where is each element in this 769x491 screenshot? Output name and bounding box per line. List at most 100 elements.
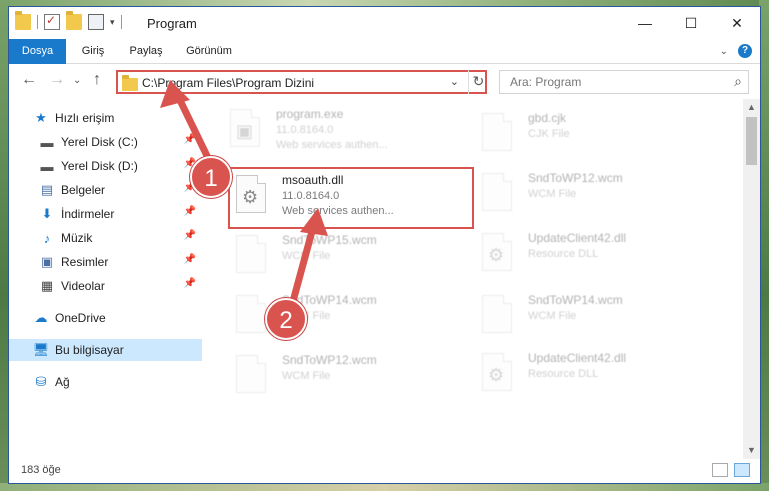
tiles-view-icon[interactable]	[734, 463, 750, 477]
customize-dropdown-icon[interactable]: ▾	[110, 17, 115, 28]
sidebar-item-label: Belgeler	[61, 183, 106, 197]
file-item[interactable]: gbd.cjk CJK File	[476, 109, 708, 167]
minimize-button[interactable]: —	[622, 7, 668, 39]
up-arrow-icon[interactable]: ↑	[93, 71, 101, 89]
sidebar-item-label: Hızlı erişim	[55, 111, 115, 125]
sidebar-item-label: Yerel Disk (C:)	[61, 135, 138, 149]
file-item[interactable]: ⚙ UpdateClient42.dll Resource DLL	[476, 229, 708, 287]
drive-icon: ▬	[40, 134, 54, 150]
sidebar-item-quick-access[interactable]: ★ Hızlı erişim	[9, 107, 202, 129]
view-options-icon[interactable]	[88, 14, 104, 30]
file-icon	[476, 109, 520, 157]
navigation-pane: ★ Hızlı erişim ▬ Yerel Disk (C:) 📌 ▬ Yer…	[9, 99, 204, 459]
tab-file[interactable]: Dosya	[9, 39, 66, 64]
sidebar-item-network[interactable]: ⛁ Ağ	[9, 371, 202, 393]
address-path[interactable]: C:\Program Files\Program Dizini	[142, 76, 314, 90]
window-controls: — ☐ ✕	[622, 7, 760, 39]
address-bar[interactable]: C:\Program Files\Program Dizini ⌄	[116, 70, 487, 94]
details-view-icon[interactable]	[712, 463, 728, 477]
file-name: program.exe	[276, 107, 344, 121]
file-name: SndToWP14.wcm	[528, 293, 623, 307]
step-badge-2: 2	[265, 298, 307, 340]
file-type: Resource DLL	[528, 368, 599, 380]
tab-share[interactable]: Paylaş	[123, 39, 169, 64]
file-item[interactable]: SndToWP12.wcm WCM File	[230, 351, 462, 409]
cloud-icon: ☁	[34, 310, 48, 325]
sidebar-item-pictures[interactable]: ▣ Resimler 📌	[9, 251, 202, 273]
ribbon-tabs: Dosya Giriş Paylaş Görünüm ⌄ ?	[9, 39, 760, 64]
search-input[interactable]: Ara: Program ⌕	[499, 70, 749, 94]
scroll-thumb[interactable]	[746, 117, 757, 165]
help-icon[interactable]: ?	[738, 44, 752, 58]
exe-icon: ▣	[224, 105, 268, 153]
file-name: SndToWP12.wcm	[528, 171, 623, 185]
close-button[interactable]: ✕	[714, 7, 760, 39]
expand-ribbon-icon[interactable]: ⌄	[720, 46, 728, 57]
search-icon[interactable]: ⌕	[734, 73, 742, 90]
file-icon	[476, 169, 520, 217]
file-icon	[476, 291, 520, 339]
sidebar-item-drive-d[interactable]: ▬ Yerel Disk (D:) 📌	[9, 155, 202, 177]
sidebar-item-music[interactable]: ♪ Müzik 📌	[9, 227, 202, 249]
file-type: WCM File	[528, 310, 577, 322]
search-placeholder: Ara: Program	[510, 75, 582, 89]
file-item[interactable]: SndToWP12.wcm WCM File	[476, 169, 708, 227]
file-item[interactable]: ⚙ UpdateClient42.dll Resource DLL	[476, 349, 708, 407]
file-type: WCM File	[282, 370, 331, 382]
folder-icon	[15, 11, 31, 30]
file-name: UpdateClient42.dll	[528, 351, 627, 365]
tab-view[interactable]: Görünüm	[181, 39, 237, 64]
folder-icon	[122, 75, 138, 91]
file-description: Web services authen...	[276, 139, 388, 151]
document-icon: ▤	[40, 182, 54, 197]
sidebar-item-downloads[interactable]: ⬇ İndirmeler 📌	[9, 203, 202, 225]
window-title: Program	[147, 16, 197, 31]
navigation-bar: ← → ⌄ ↑ C:\Program Files\Program Dizini …	[9, 65, 760, 97]
scroll-down-icon[interactable]: ▼	[743, 442, 760, 459]
tab-home[interactable]: Giriş	[73, 39, 113, 64]
file-version: 11.0.8164.0	[276, 124, 334, 136]
refresh-icon[interactable]: ↻	[468, 70, 488, 94]
sidebar-item-videos[interactable]: ▦ Videolar 📌	[9, 275, 202, 297]
vertical-scrollbar[interactable]: ▲ ▼	[743, 99, 760, 459]
dll-gear-icon: ⚙	[476, 229, 520, 277]
file-icon	[230, 231, 274, 279]
quick-access-toolbar: ▾	[15, 11, 122, 30]
file-item[interactable]: ▣ program.exe 11.0.8164.0 Web services a…	[224, 105, 456, 163]
file-item[interactable]: SndToWP14.wcm WCM File	[476, 291, 708, 349]
sidebar-item-documents[interactable]: ▤ Belgeler 📌	[9, 179, 202, 201]
separator	[120, 15, 122, 29]
sidebar-item-drive-c[interactable]: ▬ Yerel Disk (C:) 📌	[9, 131, 202, 153]
desktop-background-bottom	[0, 483, 769, 491]
sidebar-item-label: Videolar	[61, 279, 105, 293]
picture-icon: ▣	[40, 254, 54, 269]
pin-icon: 📌	[183, 254, 196, 265]
maximize-button[interactable]: ☐	[668, 7, 714, 39]
properties-check-icon[interactable]	[44, 13, 60, 30]
sidebar-item-label: Yerel Disk (D:)	[61, 159, 138, 173]
file-type: Resource DLL	[528, 248, 599, 260]
recent-locations-icon[interactable]: ⌄	[73, 75, 81, 86]
pin-icon: 📌	[183, 230, 196, 241]
new-folder-icon[interactable]	[66, 11, 82, 30]
forward-arrow-icon[interactable]: →	[49, 71, 65, 89]
file-item[interactable]: SndToWP15.wcm WCM File	[230, 231, 462, 289]
download-icon: ⬇	[41, 206, 53, 221]
sidebar-item-onedrive[interactable]: ☁ OneDrive	[9, 307, 202, 329]
sidebar-item-label: Ağ	[55, 375, 70, 389]
address-dropdown-icon[interactable]: ⌄	[450, 75, 459, 88]
sidebar-item-label: Bu bilgisayar	[55, 343, 124, 357]
scroll-up-icon[interactable]: ▲	[743, 99, 760, 116]
file-type: WCM File	[528, 188, 577, 200]
sidebar-item-label: Resimler	[61, 255, 109, 269]
sidebar-item-label: İndirmeler	[61, 207, 115, 221]
pin-icon: 📌	[183, 278, 196, 289]
pin-icon: 📌	[183, 206, 196, 217]
back-arrow-icon[interactable]: ←	[21, 71, 37, 89]
status-bar: 183 öğe	[9, 459, 760, 483]
dll-gear-icon: ⚙	[476, 349, 520, 397]
pin-icon: 📌	[183, 134, 196, 145]
video-icon: ▦	[40, 278, 54, 293]
sidebar-item-this-pc[interactable]: 🖥 Bu bilgisayar	[9, 339, 202, 361]
separator	[37, 15, 38, 29]
